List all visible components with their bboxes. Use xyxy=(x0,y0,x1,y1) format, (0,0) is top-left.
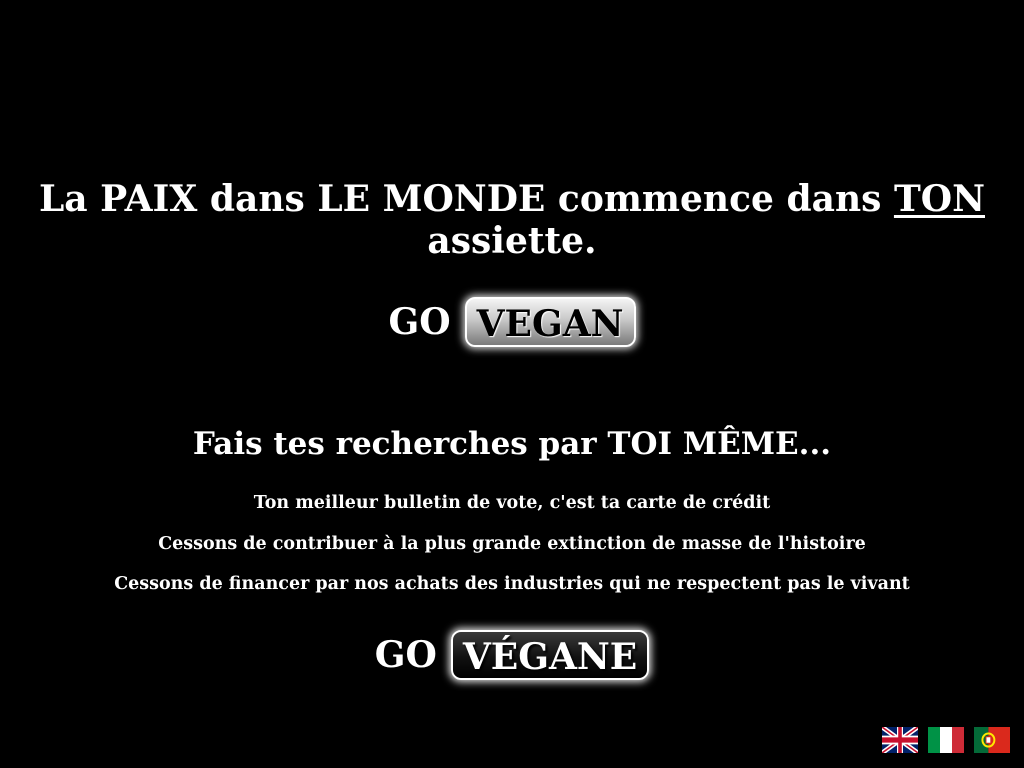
vegan-button[interactable]: VEGAN xyxy=(464,297,636,347)
message-line: Ton meilleur bulletin de vote, c'est ta … xyxy=(253,493,771,513)
go-label: GO xyxy=(388,301,451,343)
go-label: GO xyxy=(374,634,437,676)
italy-flag-icon[interactable] xyxy=(928,727,964,753)
uk-flag-icon[interactable] xyxy=(882,727,918,753)
headline-part-2: assiette. xyxy=(427,220,597,262)
go-vegan-row: GO VEGAN xyxy=(0,294,1024,350)
headline-part-1: La PAIX dans LE MONDE commence dans xyxy=(38,178,894,220)
headline-emphasis: TON xyxy=(893,178,985,220)
message-line: Cessons de contribuer à la plus grande e… xyxy=(158,534,866,554)
language-switcher xyxy=(882,727,1010,753)
portugal-flag-icon[interactable] xyxy=(974,727,1010,753)
research-subhead: Fais tes recherches par TOI MÊME... xyxy=(192,426,832,462)
message-line: Cessons de financer par nos achats des i… xyxy=(114,574,910,594)
page: La PAIX dans LE MONDE commence dans TON … xyxy=(0,0,1024,768)
headline: La PAIX dans LE MONDE commence dans TON … xyxy=(0,178,1024,262)
go-vegane-row: GO VÉGANE xyxy=(0,627,1024,683)
vegane-button[interactable]: VÉGANE xyxy=(450,630,650,680)
